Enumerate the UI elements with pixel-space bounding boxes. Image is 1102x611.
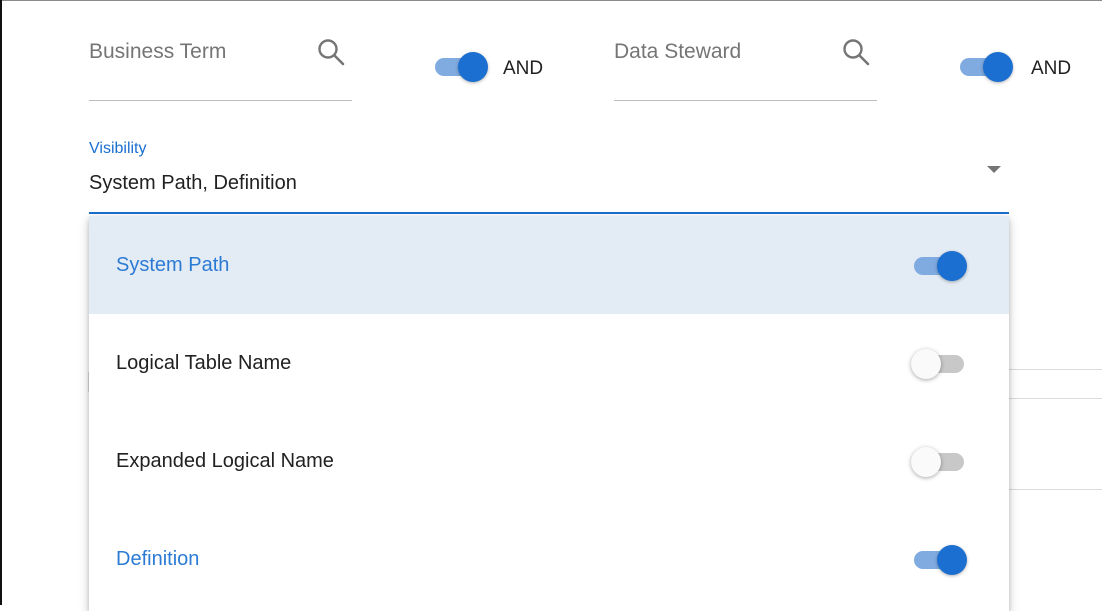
search-icon[interactable]	[840, 36, 872, 68]
menu-item-expanded-logical-name[interactable]: Expanded Logical Name	[89, 412, 1009, 510]
window-left-border	[0, 0, 2, 605]
background-divider	[1009, 369, 1102, 370]
menu-item-label: System Path	[116, 254, 230, 276]
business-term-operator-label: AND	[503, 58, 544, 79]
system-path-toggle[interactable]	[911, 249, 967, 281]
switch-thumb	[937, 251, 967, 281]
visibility-value: System Path, Definition	[89, 172, 297, 194]
definition-toggle[interactable]	[911, 543, 967, 575]
switch-thumb	[937, 545, 967, 575]
window-top-border	[0, 0, 1102, 1]
menu-item-system-path[interactable]: System Path	[89, 216, 1009, 314]
switch-thumb	[983, 52, 1013, 82]
background-divider	[1009, 398, 1102, 399]
business-term-operator-switch[interactable]	[432, 50, 488, 82]
switch-thumb	[911, 349, 941, 379]
menu-item-definition[interactable]: Definition	[89, 510, 1009, 608]
business-term-search-field[interactable]: Business Term	[89, 39, 352, 101]
visibility-label: Visibility	[89, 140, 147, 157]
visibility-menu: System Path Logical Table Name Expanded …	[89, 216, 1009, 611]
menu-item-label: Expanded Logical Name	[116, 450, 334, 472]
data-steward-search-field[interactable]: Data Steward	[614, 39, 877, 101]
logical-table-name-toggle[interactable]	[911, 347, 967, 379]
menu-item-logical-table-name[interactable]: Logical Table Name	[89, 314, 1009, 412]
data-steward-operator-switch[interactable]	[957, 50, 1013, 82]
data-steward-placeholder: Data Steward	[614, 40, 742, 63]
menu-item-label: Definition	[116, 548, 200, 570]
switch-thumb	[458, 52, 488, 82]
switch-thumb	[911, 447, 941, 477]
visibility-select[interactable]: Visibility System Path, Definition	[89, 136, 1009, 214]
visibility-underline	[89, 212, 1009, 214]
background-divider	[1009, 489, 1102, 490]
menu-item-label: Logical Table Name	[116, 352, 292, 374]
data-steward-operator-label: AND	[1031, 58, 1072, 79]
business-term-placeholder: Business Term	[89, 40, 227, 63]
expanded-logical-name-toggle[interactable]	[911, 445, 967, 477]
search-icon[interactable]	[315, 36, 347, 68]
arrow-drop-down-icon[interactable]	[987, 166, 1001, 173]
